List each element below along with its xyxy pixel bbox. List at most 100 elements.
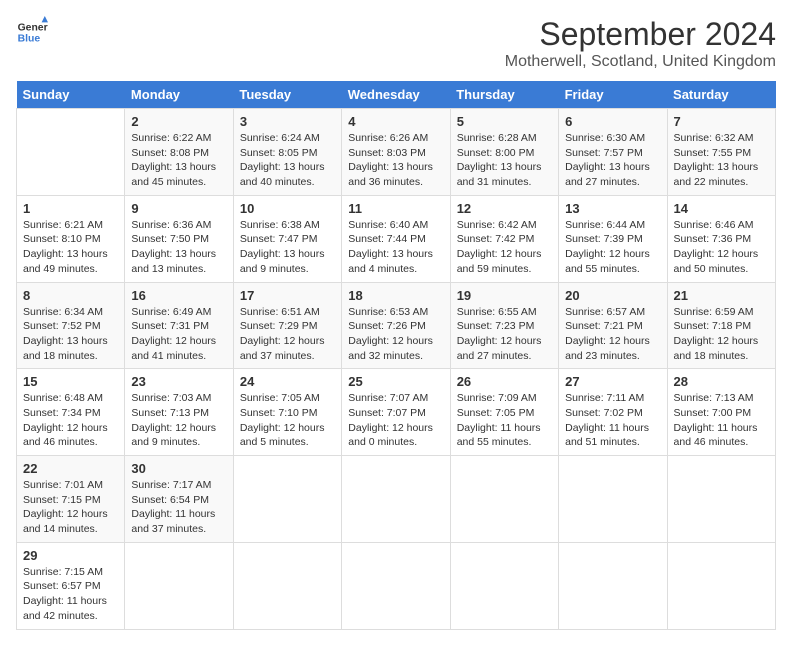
- calendar-cell: [17, 109, 125, 196]
- calendar-cell: 29 Sunrise: 7:15 AMSunset: 6:57 PMDayligh…: [17, 542, 125, 629]
- calendar-cell: [450, 542, 558, 629]
- day-detail: Sunrise: 6:46 AMSunset: 7:36 PMDaylight:…: [674, 219, 759, 275]
- day-detail: Sunrise: 6:42 AMSunset: 7:42 PMDaylight:…: [457, 219, 542, 275]
- calendar-cell: [667, 456, 775, 543]
- day-detail: Sunrise: 7:03 AMSunset: 7:13 PMDaylight:…: [131, 392, 216, 448]
- day-number: 3: [240, 114, 335, 129]
- calendar-cell: 1 Sunrise: 6:21 AMSunset: 8:10 PMDaylight…: [17, 195, 125, 282]
- day-detail: Sunrise: 6:21 AMSunset: 8:10 PMDaylight:…: [23, 219, 108, 275]
- calendar-cell: 30Sunrise: 7:17 AMSunset: 6:54 PMDayligh…: [125, 456, 233, 543]
- day-number: 16: [131, 288, 226, 303]
- calendar-cell: [667, 542, 775, 629]
- day-detail: Sunrise: 6:22 AMSunset: 8:08 PMDaylight:…: [131, 132, 216, 188]
- calendar-cell: 20 Sunrise: 6:57 AMSunset: 7:21 PMDayligh…: [559, 282, 667, 369]
- calendar-week-row: 2 Sunrise: 6:22 AMSunset: 8:08 PMDaylight…: [17, 109, 776, 196]
- calendar-week-row: 22Sunrise: 7:01 AMSunset: 7:15 PMDayligh…: [17, 456, 776, 543]
- calendar-cell: [559, 542, 667, 629]
- calendar-cell: 11Sunrise: 6:40 AMSunset: 7:44 PMDayligh…: [342, 195, 450, 282]
- day-number: 2: [131, 114, 226, 129]
- logo: General Blue: [16, 16, 48, 48]
- day-number: 14: [674, 201, 769, 216]
- logo-icon: General Blue: [16, 16, 48, 48]
- weekday-header-sunday: Sunday: [17, 81, 125, 109]
- day-detail: Sunrise: 6:40 AMSunset: 7:44 PMDaylight:…: [348, 219, 433, 275]
- calendar-cell: 9 Sunrise: 6:36 AMSunset: 7:50 PMDaylight…: [125, 195, 233, 282]
- day-detail: Sunrise: 7:13 AMSunset: 7:00 PMDaylight:…: [674, 392, 758, 448]
- calendar-cell: [342, 456, 450, 543]
- day-number: 29: [23, 548, 118, 563]
- calendar-cell: 25Sunrise: 7:07 AMSunset: 7:07 PMDayligh…: [342, 369, 450, 456]
- day-detail: Sunrise: 6:32 AMSunset: 7:55 PMDaylight:…: [674, 132, 759, 188]
- calendar-cell: 4Sunrise: 6:26 AMSunset: 8:03 PMDaylight…: [342, 109, 450, 196]
- day-detail: Sunrise: 7:15 AMSunset: 6:57 PMDaylight:…: [23, 566, 107, 622]
- day-detail: Sunrise: 6:49 AMSunset: 7:31 PMDaylight:…: [131, 306, 216, 362]
- day-detail: Sunrise: 6:36 AMSunset: 7:50 PMDaylight:…: [131, 219, 216, 275]
- calendar-cell: 28Sunrise: 7:13 AMSunset: 7:00 PMDayligh…: [667, 369, 775, 456]
- calendar-week-row: 8Sunrise: 6:34 AMSunset: 7:52 PMDaylight…: [17, 282, 776, 369]
- weekday-header-thursday: Thursday: [450, 81, 558, 109]
- calendar-cell: 3Sunrise: 6:24 AMSunset: 8:05 PMDaylight…: [233, 109, 341, 196]
- title-section: September 2024 Motherwell, Scotland, Uni…: [505, 16, 776, 71]
- day-detail: Sunrise: 6:44 AMSunset: 7:39 PMDaylight:…: [565, 219, 650, 275]
- calendar-cell: [342, 542, 450, 629]
- calendar-cell: 17 Sunrise: 6:51 AMSunset: 7:29 PMDayligh…: [233, 282, 341, 369]
- day-number: 20: [565, 288, 660, 303]
- day-number: 7: [674, 114, 769, 129]
- day-number: 19: [457, 288, 552, 303]
- calendar-cell: 23 Sunrise: 7:03 AMSunset: 7:13 PMDayligh…: [125, 369, 233, 456]
- day-number: 22: [23, 461, 118, 476]
- calendar-cell: 14 Sunrise: 6:46 AMSunset: 7:36 PMDayligh…: [667, 195, 775, 282]
- day-detail: Sunrise: 6:38 AMSunset: 7:47 PMDaylight:…: [240, 219, 325, 275]
- calendar-cell: [450, 456, 558, 543]
- day-number: 4: [348, 114, 443, 129]
- calendar-table: SundayMondayTuesdayWednesdayThursdayFrid…: [16, 81, 776, 630]
- calendar-cell: 15Sunrise: 6:48 AMSunset: 7:34 PMDayligh…: [17, 369, 125, 456]
- page-title: September 2024: [505, 16, 776, 53]
- weekday-header-wednesday: Wednesday: [342, 81, 450, 109]
- calendar-cell: 13 Sunrise: 6:44 AMSunset: 7:39 PMDayligh…: [559, 195, 667, 282]
- day-number: 5: [457, 114, 552, 129]
- day-detail: Sunrise: 6:28 AMSunset: 8:00 PMDaylight:…: [457, 132, 542, 188]
- calendar-cell: [233, 542, 341, 629]
- day-number: 9: [131, 201, 226, 216]
- calendar-cell: [559, 456, 667, 543]
- day-number: 6: [565, 114, 660, 129]
- calendar-week-row: 15Sunrise: 6:48 AMSunset: 7:34 PMDayligh…: [17, 369, 776, 456]
- day-number: 21: [674, 288, 769, 303]
- calendar-cell: 24Sunrise: 7:05 AMSunset: 7:10 PMDayligh…: [233, 369, 341, 456]
- calendar-cell: 5 Sunrise: 6:28 AMSunset: 8:00 PMDaylight…: [450, 109, 558, 196]
- day-number: 1: [23, 201, 118, 216]
- day-number: 23: [131, 374, 226, 389]
- calendar-cell: 6Sunrise: 6:30 AMSunset: 7:57 PMDaylight…: [559, 109, 667, 196]
- calendar-cell: 10 Sunrise: 6:38 AMSunset: 7:47 PMDayligh…: [233, 195, 341, 282]
- weekday-header-tuesday: Tuesday: [233, 81, 341, 109]
- calendar-cell: 26Sunrise: 7:09 AMSunset: 7:05 PMDayligh…: [450, 369, 558, 456]
- svg-text:Blue: Blue: [18, 34, 41, 45]
- day-detail: Sunrise: 6:53 AMSunset: 7:26 PMDaylight:…: [348, 306, 433, 362]
- day-number: 27: [565, 374, 660, 389]
- day-number: 10: [240, 201, 335, 216]
- calendar-cell: 2 Sunrise: 6:22 AMSunset: 8:08 PMDaylight…: [125, 109, 233, 196]
- day-detail: Sunrise: 6:57 AMSunset: 7:21 PMDaylight:…: [565, 306, 650, 362]
- calendar-cell: 21Sunrise: 6:59 AMSunset: 7:18 PMDayligh…: [667, 282, 775, 369]
- day-number: 12: [457, 201, 552, 216]
- day-detail: Sunrise: 7:07 AMSunset: 7:07 PMDaylight:…: [348, 392, 433, 448]
- calendar-cell: 18 Sunrise: 6:53 AMSunset: 7:26 PMDayligh…: [342, 282, 450, 369]
- calendar-cell: 8Sunrise: 6:34 AMSunset: 7:52 PMDaylight…: [17, 282, 125, 369]
- weekday-header-saturday: Saturday: [667, 81, 775, 109]
- calendar-cell: 22Sunrise: 7:01 AMSunset: 7:15 PMDayligh…: [17, 456, 125, 543]
- calendar-cell: [233, 456, 341, 543]
- day-number: 30: [131, 461, 226, 476]
- calendar-cell: 12 Sunrise: 6:42 AMSunset: 7:42 PMDayligh…: [450, 195, 558, 282]
- weekday-header-row: SundayMondayTuesdayWednesdayThursdayFrid…: [17, 81, 776, 109]
- day-number: 8: [23, 288, 118, 303]
- calendar-week-row: 29 Sunrise: 7:15 AMSunset: 6:57 PMDayligh…: [17, 542, 776, 629]
- day-number: 13: [565, 201, 660, 216]
- day-number: 18: [348, 288, 443, 303]
- weekday-header-monday: Monday: [125, 81, 233, 109]
- svg-text:General: General: [18, 22, 48, 33]
- day-number: 17: [240, 288, 335, 303]
- day-detail: Sunrise: 6:51 AMSunset: 7:29 PMDaylight:…: [240, 306, 325, 362]
- calendar-cell: [125, 542, 233, 629]
- day-detail: Sunrise: 7:09 AMSunset: 7:05 PMDaylight:…: [457, 392, 541, 448]
